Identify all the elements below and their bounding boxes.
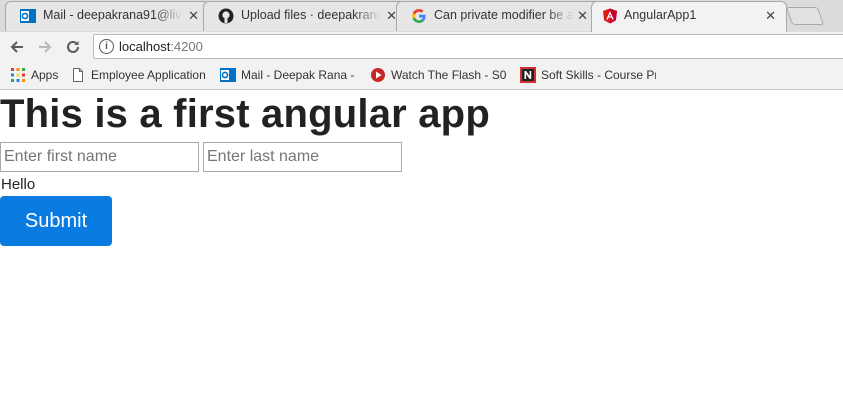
- bookmark-soft-skills[interactable]: Soft Skills - Course Pr: [520, 67, 660, 83]
- back-arrow-icon[interactable]: [7, 37, 27, 57]
- close-tab-icon[interactable]: ✕: [188, 8, 199, 24]
- new-tab-button[interactable]: [785, 7, 825, 25]
- tab-strip: Mail - deepakrana91@liv ✕ Upload files ·…: [0, 0, 843, 32]
- bookmark-label: Mail - Deepak Rana -: [241, 68, 355, 82]
- bookmark-employee-application[interactable]: Employee Application: [70, 67, 210, 83]
- address-bar[interactable]: i localhost:4200: [93, 34, 843, 59]
- bookmark-apps[interactable]: Apps: [10, 67, 65, 83]
- play-icon: [371, 68, 385, 82]
- bookmark-label: Apps: [31, 68, 59, 82]
- tab-github[interactable]: Upload files · deepakrana ✕: [203, 1, 408, 31]
- tab-google[interactable]: Can private modifier be a ✕: [396, 1, 601, 31]
- google-icon: [412, 9, 426, 23]
- close-tab-icon[interactable]: ✕: [577, 8, 588, 24]
- reload-icon[interactable]: [63, 37, 83, 57]
- page-heading: This is a first angular app: [0, 92, 490, 136]
- tab-github-title: Upload files · deepakrana: [241, 8, 381, 22]
- outlook-icon: [20, 9, 36, 23]
- close-tab-icon[interactable]: ✕: [765, 8, 776, 24]
- tab-mail[interactable]: Mail - deepakrana91@liv ✕: [5, 1, 210, 31]
- apps-grid-icon: [11, 68, 25, 82]
- greeting-text: Hello: [1, 176, 36, 193]
- tab-angularapp1-title: AngularApp1: [624, 8, 697, 22]
- first-name-input[interactable]: [0, 142, 199, 172]
- tab-mail-title: Mail - deepakrana91@liv: [43, 8, 182, 22]
- bookmark-label: Soft Skills - Course Pr: [541, 68, 656, 82]
- submit-button[interactable]: Submit: [0, 196, 112, 246]
- tab-google-title: Can private modifier be a: [434, 8, 574, 22]
- last-name-input[interactable]: [203, 142, 402, 172]
- n-logo-icon: [520, 67, 536, 83]
- browser-toolbar: i localhost:4200: [0, 32, 843, 62]
- page-icon: [73, 68, 83, 82]
- address-url: localhost:4200: [119, 39, 203, 54]
- site-info-icon[interactable]: i: [99, 39, 114, 54]
- bookmarks-bar: Apps Employee Application Mail - Deepak …: [0, 62, 843, 90]
- bookmark-mail[interactable]: Mail - Deepak Rana -: [220, 67, 360, 83]
- forward-arrow-icon[interactable]: [35, 37, 55, 57]
- bookmark-label: Employee Application: [91, 68, 206, 82]
- bookmark-label: Watch The Flash - S01: [391, 68, 506, 82]
- bookmark-watch-the-flash[interactable]: Watch The Flash - S01: [370, 67, 510, 83]
- address-port: :4200: [170, 39, 203, 54]
- github-icon: [218, 8, 234, 24]
- angular-icon: [603, 8, 617, 24]
- tab-angularapp1[interactable]: AngularApp1 ✕: [591, 1, 787, 32]
- outlook-icon: [220, 68, 236, 82]
- address-host: localhost: [119, 39, 171, 54]
